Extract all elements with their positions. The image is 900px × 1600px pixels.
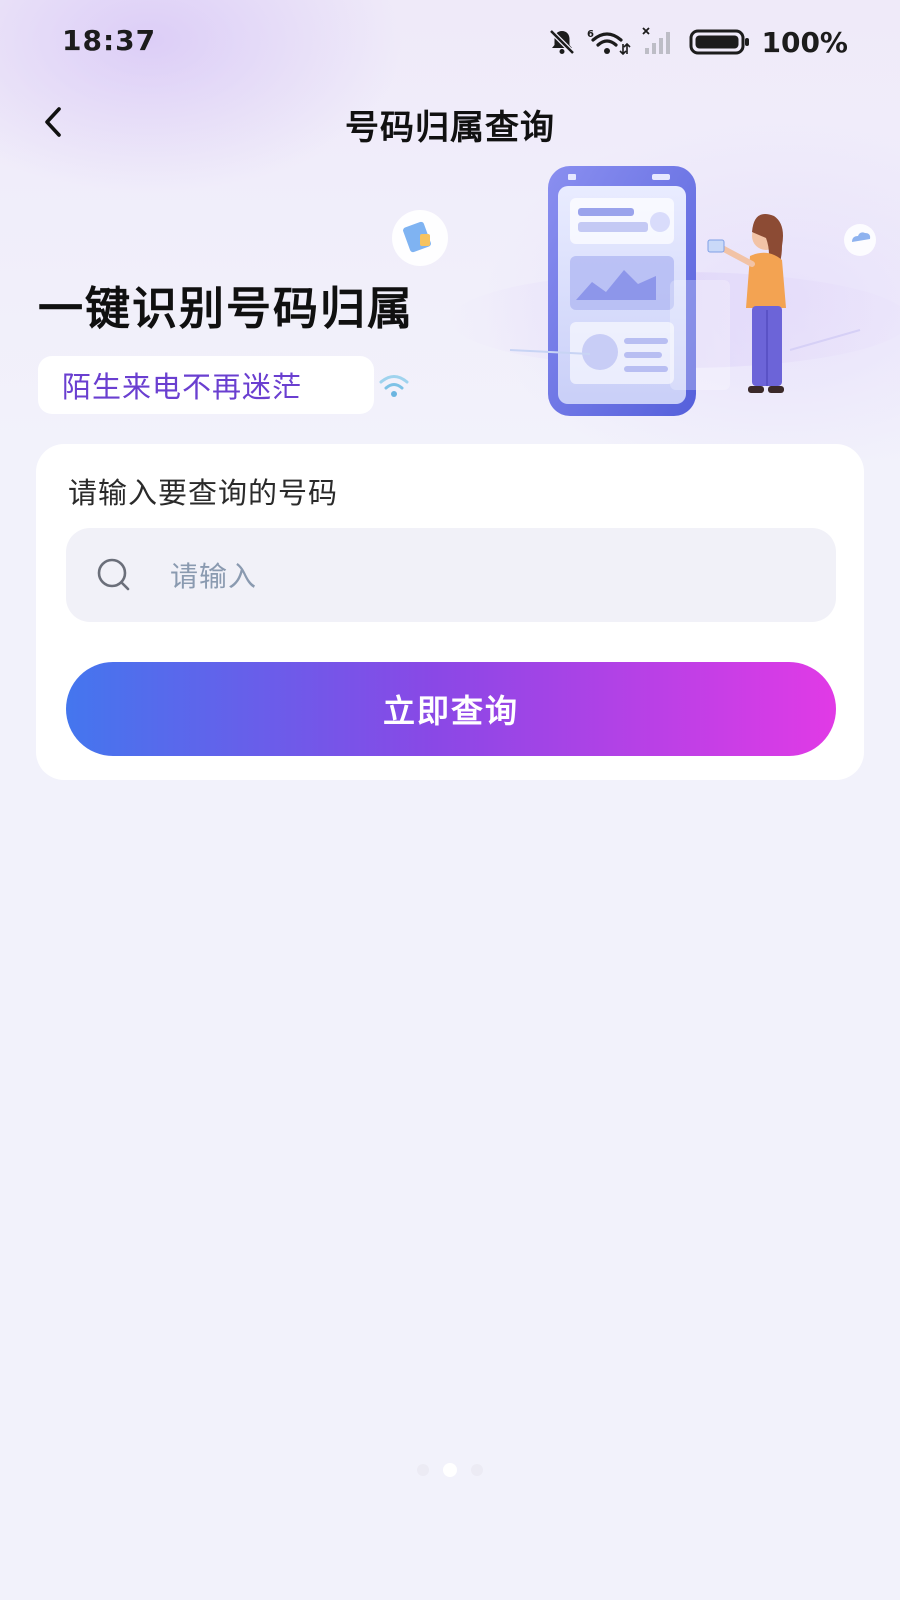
query-label: 请输入要查询的号码 <box>68 476 339 510</box>
query-card: 请输入要查询的号码 立即查询 <box>36 444 864 780</box>
battery-icon <box>689 29 750 55</box>
page-title: 号码归属查询 <box>345 108 555 148</box>
hero-subtitle: 陌生来电不再迷茫 <box>62 370 303 404</box>
phone-illustration <box>392 166 900 416</box>
page-dot <box>471 1464 483 1476</box>
search-icon <box>97 558 130 591</box>
status-bar: 18:37 6 100% <box>0 0 900 90</box>
signal-waves-icon <box>379 375 409 397</box>
hero-title: 一键识别号码归属 <box>38 282 415 335</box>
nav-bar: 号码归属查询 <box>0 90 900 154</box>
status-icons: 6 100% <box>547 24 848 60</box>
signal-icon <box>642 27 671 54</box>
query-button[interactable]: 立即查询 <box>66 662 836 756</box>
page-indicator <box>400 1460 500 1480</box>
mute-bell-icon <box>549 29 576 55</box>
page-dot-active <box>443 1463 457 1477</box>
page-dot <box>417 1464 429 1476</box>
search-box[interactable] <box>66 528 836 622</box>
search-input[interactable] <box>168 546 812 606</box>
hero-subtitle-pill: 陌生来电不再迷茫 <box>38 356 374 414</box>
query-button-label: 立即查询 <box>382 692 519 730</box>
status-time: 18:37 <box>62 24 157 57</box>
wifi-icon: 6 <box>587 29 632 56</box>
battery-percentage: 100% <box>761 25 848 59</box>
